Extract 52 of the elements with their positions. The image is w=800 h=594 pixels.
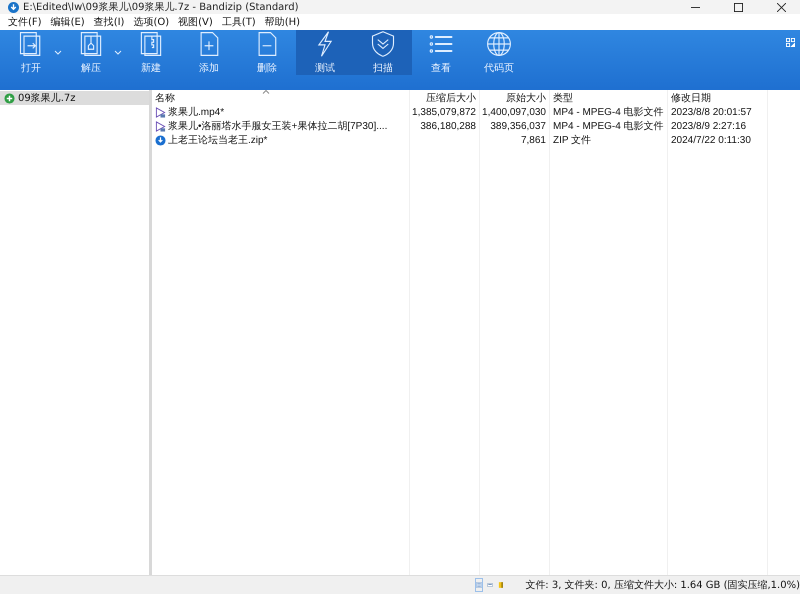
toolbar-button[interactable]: 代码页 — [470, 30, 528, 75]
archive-icon — [4, 92, 15, 104]
status-text: 文件: 3, 文件夹: 0, 压缩文件大小: 1.64 GB (固实压缩,1.0%) — [525, 578, 800, 592]
toolbar-button[interactable]: 新建 — [122, 30, 180, 75]
menu-item[interactable]: 选项(O) — [133, 15, 170, 29]
menu-item[interactable]: 编辑(E) — [50, 15, 85, 29]
column-header[interactable]: 修改日期 — [668, 90, 768, 105]
table-cell-text: MP4 - MPEG-4 电影文件 — [553, 106, 664, 119]
table-cell: 2023/8/8 20:01:57 — [671, 106, 752, 118]
table-cell: 2024/7/22 0:11:30 — [671, 134, 751, 146]
toolbar-button[interactable]: 添加 — [180, 30, 238, 75]
menu-item[interactable]: 工具(T) — [222, 15, 256, 29]
file-name[interactable]: 浆果儿•洛丽塔水手服女王装+果体拉二胡[7P30].... — [168, 119, 388, 133]
column-header[interactable]: 压缩后大小 — [410, 90, 480, 105]
menu-item[interactable]: 文件(F) — [8, 15, 42, 29]
menu-item[interactable]: 查找(I) — [94, 15, 124, 29]
details-view-icon[interactable] — [476, 579, 482, 591]
tree-item-label: 09浆果儿.7z — [18, 92, 76, 105]
zip-file-icon — [155, 134, 166, 146]
archive-info-icon[interactable] — [498, 579, 504, 591]
menu-item[interactable]: 视图(V) — [178, 15, 213, 29]
video-file-icon — [155, 120, 166, 132]
column-header[interactable]: 名称 — [152, 90, 410, 105]
menu-item[interactable]: 帮助(H) — [264, 15, 300, 29]
table-cell: 2023/8/9 2:27:16 — [671, 120, 746, 132]
table-cell: 386,180,288 — [420, 120, 476, 132]
column-header[interactable]: 类型 — [550, 90, 668, 105]
caret-icon[interactable] — [54, 50, 62, 55]
toolbar-button[interactable]: 删除 — [238, 30, 296, 75]
video-file-icon — [155, 106, 166, 118]
toolbar-button[interactable]: 查看 — [412, 30, 470, 75]
toolbar-button[interactable]: 扫描 — [354, 30, 412, 75]
toolbar-button[interactable]: 解压 — [62, 30, 120, 75]
scan-icon — [369, 30, 397, 58]
toolbar-button[interactable]: 测试 — [296, 30, 354, 75]
column-header[interactable]: 原始大小 — [480, 90, 550, 105]
table-cell: 389,356,037 — [490, 120, 546, 132]
close-icon[interactable] — [777, 2, 786, 12]
caret-icon[interactable] — [114, 50, 122, 55]
table-cell: 1,385,079,872 — [412, 106, 476, 118]
maximize-icon[interactable] — [734, 2, 743, 12]
table-cell-text: ZIP 文件 — [553, 134, 592, 147]
layout-grid-icon[interactable] — [786, 38, 795, 47]
codepage-icon — [485, 30, 513, 58]
table-cell: 7,861 — [520, 134, 546, 146]
file-name[interactable]: 上老王论坛当老王.zip* — [168, 133, 268, 147]
table-cell-text: MP4 - MPEG-4 电影文件 — [553, 120, 664, 133]
table-cell: 1,400,097,030 — [482, 106, 546, 118]
toolbar-button[interactable]: 打开 — [2, 30, 60, 75]
file-name[interactable]: 浆果儿.mp4* — [168, 105, 224, 119]
tree-item[interactable]: 09浆果儿.7z — [0, 91, 149, 105]
window-title: E:\Edited\lw\09浆果儿\09浆果儿.7z - Bandizip (Standard) — [23, 0, 298, 14]
